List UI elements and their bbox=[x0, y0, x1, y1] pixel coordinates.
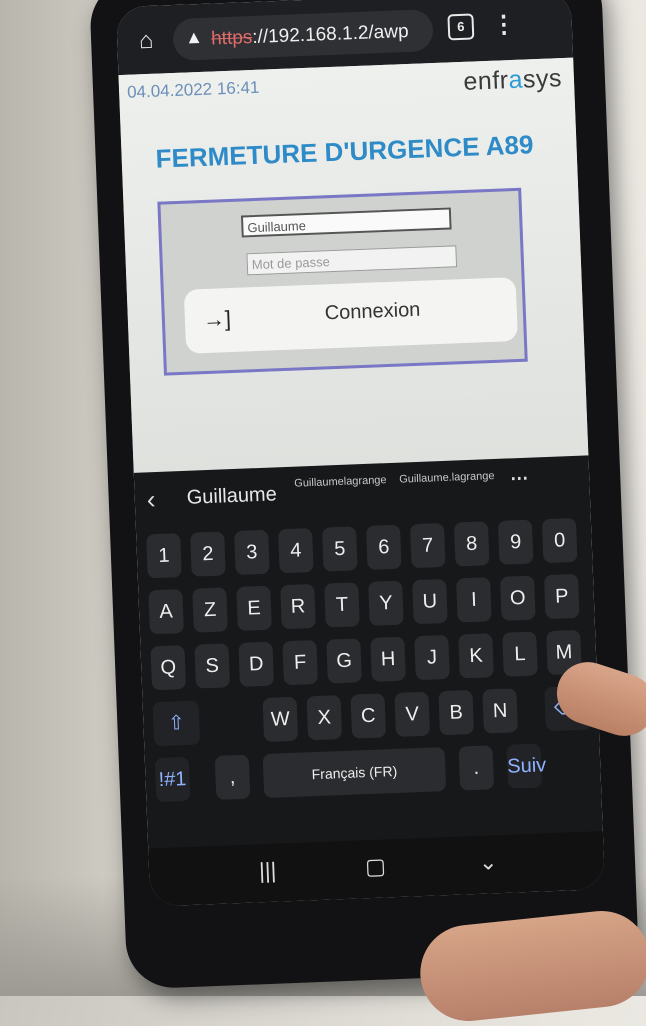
logo-accent: a bbox=[508, 65, 524, 95]
key-3[interactable]: 3 bbox=[234, 529, 270, 575]
not-secure-warning-icon[interactable]: ▲ bbox=[185, 27, 204, 49]
key-i[interactable]: I bbox=[456, 577, 492, 623]
next-key[interactable]: Suiv bbox=[506, 743, 547, 789]
key-n[interactable]: N bbox=[482, 688, 518, 734]
tab-switcher-button[interactable]: 6 bbox=[447, 13, 475, 41]
phone-screen: ⌂ ▲ https://192.168.1.2/awp 6 ⋮ 04.04.20… bbox=[115, 0, 606, 907]
login-button-label: Connexion bbox=[324, 298, 421, 325]
key-x[interactable]: X bbox=[306, 695, 343, 741]
more-options-icon[interactable]: ⋯ bbox=[510, 468, 529, 490]
key-k[interactable]: K bbox=[458, 633, 494, 679]
period-key[interactable]: . bbox=[458, 745, 495, 791]
key-5[interactable]: 5 bbox=[321, 526, 358, 572]
datetime-label: 04.04.2022 16:41 bbox=[126, 77, 260, 102]
address-bar[interactable]: ▲ https://192.168.1.2/awp bbox=[172, 9, 434, 61]
key-c[interactable]: C bbox=[350, 693, 387, 739]
home-nav-icon[interactable]: ▢ bbox=[365, 853, 387, 880]
key-z[interactable]: Z bbox=[192, 587, 228, 633]
key-r[interactable]: R bbox=[280, 583, 316, 630]
key-v[interactable]: V bbox=[394, 691, 431, 737]
key-g[interactable]: G bbox=[326, 638, 362, 684]
key-s[interactable]: S bbox=[194, 643, 231, 689]
suggestion-3[interactable]: Guillaume.lagrange bbox=[399, 470, 495, 487]
more-menu-icon[interactable]: ⋮ bbox=[491, 10, 516, 40]
symbols-key[interactable]: !#1 bbox=[154, 756, 191, 803]
key-f[interactable]: F bbox=[282, 639, 318, 686]
url-text: https://192.168.1.2/awp bbox=[211, 21, 409, 51]
hide-keyboard-icon[interactable]: ⌄ bbox=[478, 849, 497, 876]
key-j[interactable]: J bbox=[414, 634, 450, 681]
web-page: 04.04.2022 16:41 enfrasys FERMETURE D'UR… bbox=[118, 57, 589, 473]
key-4[interactable]: 4 bbox=[278, 528, 314, 574]
comma-key[interactable]: , bbox=[214, 754, 251, 800]
key-8[interactable]: 8 bbox=[453, 521, 490, 567]
key-6[interactable]: 6 bbox=[365, 524, 402, 570]
key-u[interactable]: U bbox=[412, 578, 448, 625]
key-q[interactable]: Q bbox=[150, 645, 187, 691]
login-arrow-icon: →] bbox=[202, 305, 232, 333]
url-host-path: ://192.168.1.2/awp bbox=[251, 20, 409, 48]
key-o[interactable]: O bbox=[500, 575, 536, 621]
logo-part-2: sys bbox=[522, 64, 563, 94]
key-l[interactable]: L bbox=[502, 631, 538, 677]
suggestion-2[interactable]: Guillaumelagrange bbox=[294, 474, 387, 491]
android-nav-bar: ||| ▢ ⌄ bbox=[148, 831, 606, 907]
key-e[interactable]: E bbox=[236, 585, 272, 631]
home-icon[interactable]: ⌂ bbox=[133, 27, 160, 55]
key-9[interactable]: 9 bbox=[497, 519, 534, 565]
key-b[interactable]: B bbox=[438, 689, 475, 736]
key-y[interactable]: Y bbox=[368, 580, 404, 626]
suggestion-1[interactable]: Guillaume bbox=[186, 483, 277, 509]
key-7[interactable]: 7 bbox=[409, 522, 446, 569]
username-input[interactable]: Guillaume bbox=[240, 207, 452, 238]
key-w[interactable]: W bbox=[262, 696, 299, 743]
enfrasys-logo: enfrasys bbox=[463, 64, 563, 97]
smartphone: ⌂ ▲ https://192.168.1.2/awp 6 ⋮ 04.04.20… bbox=[88, 0, 640, 990]
key-d[interactable]: D bbox=[238, 641, 275, 687]
login-button[interactable]: →] Connexion bbox=[183, 277, 518, 354]
page-title: FERMETURE D'URGENCE A89 bbox=[155, 129, 534, 174]
key-1[interactable]: 1 bbox=[146, 533, 182, 579]
key-t[interactable]: T bbox=[324, 582, 360, 628]
login-panel: Guillaume Mot de passe →] Connexion bbox=[157, 187, 528, 376]
key-a[interactable]: A bbox=[148, 589, 184, 635]
password-input[interactable]: Mot de passe bbox=[246, 245, 458, 276]
url-scheme: https bbox=[210, 26, 253, 50]
chevron-left-icon[interactable]: ‹ bbox=[146, 484, 156, 515]
space-bar[interactable]: Français (FR) bbox=[262, 747, 447, 799]
key-p[interactable]: P bbox=[543, 573, 580, 620]
recent-apps-icon[interactable]: ||| bbox=[259, 858, 277, 885]
shift-icon[interactable]: ⇧ bbox=[152, 700, 201, 747]
onscreen-keyboard: ‹ Guillaume Guillaumelagrange Guillaume.… bbox=[133, 455, 606, 907]
logo-part-1: enfr bbox=[462, 66, 510, 96]
key-0[interactable]: 0 bbox=[541, 517, 578, 564]
key-h[interactable]: H bbox=[370, 636, 406, 682]
key-2[interactable]: 2 bbox=[190, 531, 226, 577]
